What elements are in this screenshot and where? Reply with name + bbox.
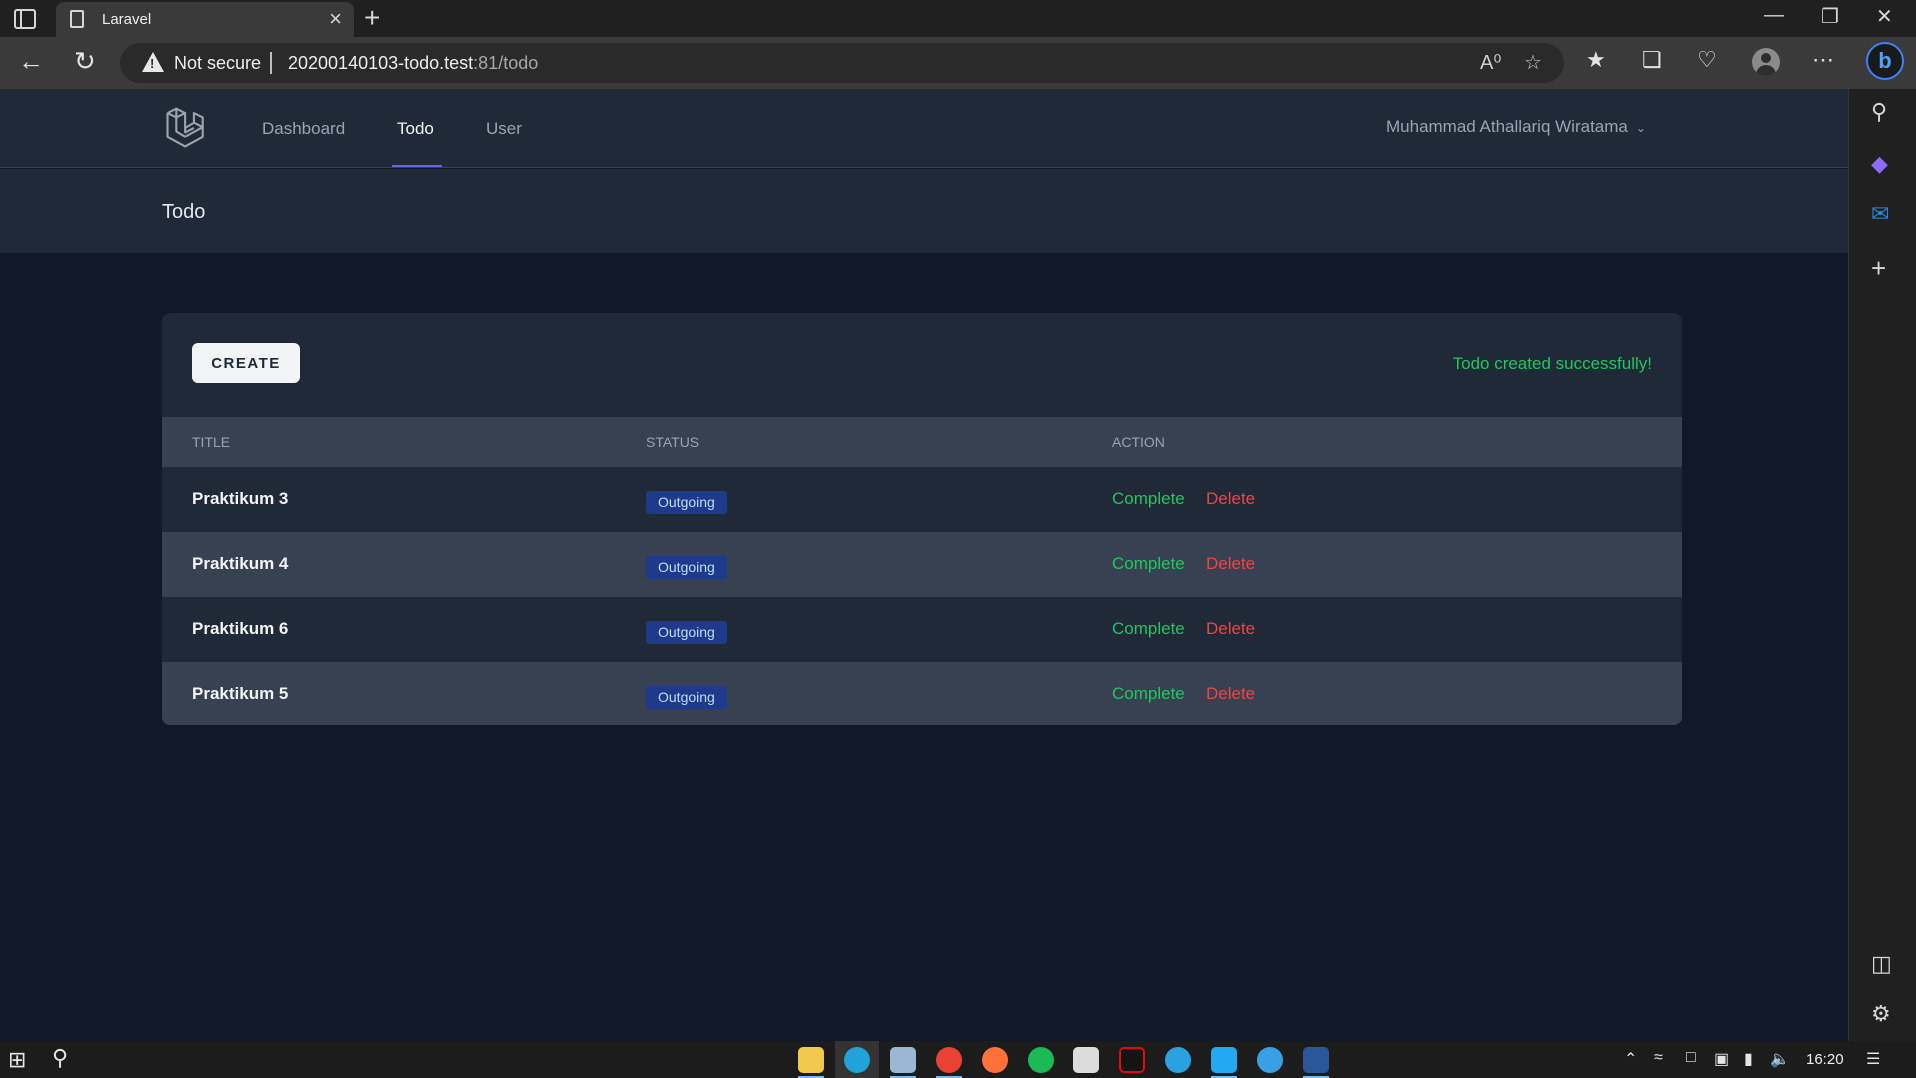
create-button[interactable]: CREATE [192,343,300,383]
telegram-icon[interactable] [1165,1047,1191,1073]
profile-avatar-icon[interactable] [1752,48,1780,76]
nav-user[interactable]: User [486,119,522,139]
split-screen-icon[interactable]: ◫ [1871,951,1892,977]
table-row: Praktikum 6 Outgoing Complete Delete [162,597,1682,662]
taskbar-search-icon[interactable]: ⚲ [52,1045,68,1071]
complete-link[interactable]: Complete [1112,684,1185,704]
spotify-icon[interactable] [1028,1047,1054,1073]
page-header: Todo [0,169,1848,253]
bing-icon[interactable]: b [1866,42,1904,80]
tray-overflow-icon[interactable]: ⌃ [1624,1049,1637,1069]
delete-link[interactable]: Delete [1206,489,1255,509]
search-icon[interactable]: ⚲ [1871,99,1887,125]
page-title: Todo [162,201,206,223]
delete-link[interactable]: Delete [1206,619,1255,639]
designer-icon[interactable]: ◆ [1871,151,1888,177]
word-icon[interactable] [1303,1047,1329,1073]
table-row: Praktikum 3 Outgoing Complete Delete [162,467,1682,532]
todo-title: Praktikum 4 [192,554,289,573]
notifications-icon[interactable]: ☰ [1866,1049,1880,1069]
tab-title: Laravel [102,11,152,28]
url-separator [270,52,272,74]
column-header-title: TITLE [192,434,231,450]
windows-start-icon[interactable]: ⊞ [8,1047,26,1073]
file-explorer-icon[interactable] [798,1047,824,1073]
chevron-down-icon: ⌄ [1635,121,1646,135]
new-tab-icon[interactable]: + [364,3,380,33]
network-icon[interactable]: ≈ [1654,1049,1663,1067]
outlook-icon[interactable]: ✉ [1871,201,1889,227]
taskbar: ⊞ ⚲ ⌃ ≈ □ ▣ ▮ 🔈 16:20 ☰ [0,1041,1916,1078]
close-window-icon[interactable]: ✕ [1876,4,1893,29]
column-header-action: ACTION [1112,434,1165,450]
meet-icon[interactable]: □ [1686,1049,1696,1067]
status-badge: Outgoing [646,686,727,709]
add-favorite-icon[interactable]: ☆ [1524,50,1542,75]
browser-tab-bar: Laravel × + — ❐ ✕ [0,0,1916,37]
status-badge: Outgoing [646,491,727,514]
table-row: Praktikum 4 Outgoing Complete Delete [162,532,1682,597]
volume-icon[interactable]: 🔈 [1770,1049,1790,1069]
status-badge: Outgoing [646,621,727,644]
tab-close-icon[interactable]: × [329,8,342,30]
complete-link[interactable]: Complete [1112,619,1185,639]
laravel-logo-icon[interactable] [164,106,208,150]
web-page: Dashboard Todo User Muhammad Athallariq … [0,89,1848,1041]
battery-icon[interactable]: ▮ [1744,1049,1753,1069]
chrome-icon[interactable] [936,1047,962,1073]
browser-tab[interactable]: Laravel × [56,2,354,37]
tab-actions-icon[interactable] [14,9,36,29]
page-icon [70,10,84,28]
notes-app-icon[interactable] [890,1047,916,1073]
minimize-icon[interactable]: — [1764,4,1784,27]
status-badge: Outgoing [646,556,727,579]
refresh-icon[interactable]: ↻ [74,46,96,76]
netflix-icon[interactable] [1119,1047,1145,1073]
browser-sidebar: ⚲ ◆ ✉ + ◫ ⚙ [1848,89,1916,1041]
url-text[interactable]: 20200140103-todo.test:81/todo [288,53,538,74]
clock[interactable]: 16:20 [1806,1051,1844,1068]
favorites-icon[interactable]: ★ [1586,47,1606,73]
virtualbox-icon[interactable] [1073,1047,1099,1073]
user-name: Muhammad Athallariq Wiratama [1386,117,1628,136]
edge-icon[interactable] [844,1047,870,1073]
delete-link[interactable]: Delete [1206,554,1255,574]
top-navigation: Dashboard Todo User Muhammad Athallariq … [0,89,1848,168]
more-options-icon[interactable]: ⋯ [1812,47,1834,73]
url-host: 20200140103-todo.test [288,53,474,73]
user-menu-dropdown[interactable]: Muhammad Athallariq Wiratama ⌄ [1386,117,1646,137]
collections-icon[interactable]: ❏ [1642,47,1662,73]
read-aloud-icon[interactable]: A⁰ [1480,50,1501,75]
nav-dashboard[interactable]: Dashboard [262,119,345,139]
security-icon[interactable]: ▣ [1714,1049,1729,1069]
todo-title: Praktikum 5 [192,684,289,703]
not-secure-label[interactable]: Not secure [174,53,261,74]
app-icon[interactable] [1257,1047,1283,1073]
table-row: Praktikum 5 Outgoing Complete Delete [162,662,1682,725]
settings-gear-icon[interactable]: ⚙ [1871,1001,1891,1027]
url-field[interactable]: Not secure 20200140103-todo.test:81/todo… [120,43,1564,83]
complete-link[interactable]: Complete [1112,489,1185,509]
firefox-icon[interactable] [982,1047,1008,1073]
performance-icon[interactable]: ♡ [1697,47,1717,73]
vscode-icon[interactable] [1211,1047,1237,1073]
url-path: :81/todo [473,53,539,73]
address-bar: ← ↻ Not secure 20200140103-todo.test:81/… [0,37,1916,89]
todo-title: Praktikum 3 [192,489,289,508]
todo-card: CREATE Todo created successfully! TITLE … [162,313,1682,725]
restore-icon[interactable]: ❐ [1821,4,1839,29]
add-sidebar-app-icon[interactable]: + [1871,253,1886,284]
back-icon[interactable]: ← [18,46,44,76]
table-header: TITLE STATUS ACTION [162,417,1682,467]
warning-icon [142,52,164,72]
delete-link[interactable]: Delete [1206,684,1255,704]
success-message: Todo created successfully! [1452,354,1652,373]
nav-todo[interactable]: Todo [397,119,434,139]
active-nav-indicator [392,165,442,167]
column-header-status: STATUS [646,434,700,450]
complete-link[interactable]: Complete [1112,554,1185,574]
todo-title: Praktikum 6 [192,619,289,638]
